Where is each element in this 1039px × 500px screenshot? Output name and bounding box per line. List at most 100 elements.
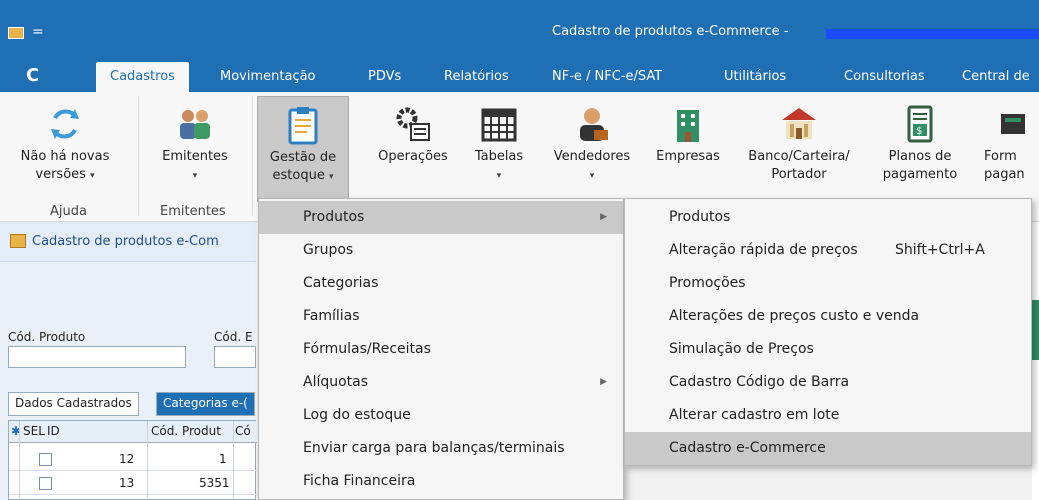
file-tab[interactable]: C [26,62,39,92]
tab-pdvs[interactable]: PDVs [368,62,401,92]
menu-item-label: Cadastro Código de Barra [669,374,850,390]
document-tab-title: Cadastro de produtos e-Com [32,234,219,249]
menu-item-log-estoque[interactable]: Log do estoque [259,399,623,432]
formas-pagamento-button[interactable]: Form pagan [982,96,1039,184]
clipboard-icon [283,105,323,145]
app-icon[interactable] [8,27,24,39]
formas-label-1: Form [984,149,1017,164]
chevron-down-icon: ▾ [192,171,198,181]
updates-label-2: versões [35,167,86,182]
tab-nfe[interactable]: NF-e / NFC-e/SAT [552,62,662,92]
cell-cod: 1 [219,452,227,466]
planos-pagamento-button[interactable]: $ Planos de pagamento [870,96,970,184]
chevron-down-icon: ▾ [328,172,334,182]
select-checkbox[interactable] [39,477,52,490]
table-icon [479,104,519,144]
submenu-item-produtos[interactable]: Produtos [625,201,1031,234]
tab-cadastros[interactable]: Cadastros [96,62,189,92]
table-row[interactable]: 12 1 [9,449,257,471]
submenu-item-alterar-lote[interactable]: Alterar cadastro em lote [625,399,1031,432]
tab-consultorias[interactable]: Consultorias [844,62,925,92]
menu-item-label: Alterações de preços custo e venda [669,308,920,324]
svg-text:$: $ [916,126,922,137]
products-grid: ✱ SEL ID Cód. Produt Có 12 1 13 5351 [8,420,257,500]
chevron-down-icon: ▾ [90,171,95,181]
menu-item-label: Fórmulas/Receitas [303,341,431,357]
cod-produto-label: Cód. Produto [8,330,86,344]
banco-button[interactable]: Banco/Carteira/ Portador [734,96,864,184]
background-graphic [1032,300,1039,360]
menu-item-categorias[interactable]: Categorias [259,267,623,300]
grid-divider [233,421,234,500]
chevron-right-icon: ▶ [600,212,607,222]
submenu-item-codigo-barra[interactable]: Cadastro Código de Barra [625,366,1031,399]
menu-item-label: Alteração rápida de preços [669,242,858,258]
header-co[interactable]: Có [235,424,251,438]
empresas-label: Empresas [656,149,720,164]
tab-relatorios[interactable]: Relatórios [444,62,509,92]
menu-item-shortcut: Shift+Ctrl+A [895,242,985,258]
salesman-icon [572,104,612,144]
menu-item-familias[interactable]: Famílias [259,300,623,333]
gestao-estoque-button[interactable]: Gestão de estoque ▾ [257,96,349,202]
table-row[interactable]: 13 5351 [9,473,257,495]
select-checkbox[interactable] [39,453,52,466]
operacoes-button[interactable]: Operações [370,96,456,166]
produtos-submenu: Produtos Alteração rápida de preços Shif… [624,198,1032,466]
submenu-item-promocoes[interactable]: Promoções [625,267,1031,300]
menu-item-ficha-financeira[interactable]: Ficha Financeira [259,465,623,498]
card-icon [991,104,1031,144]
cod-b-input[interactable] [214,346,256,368]
bank-icon [779,104,819,144]
header-sel[interactable]: SEL [23,424,45,438]
planos-label-2: pagamento [882,167,958,182]
menu-item-label: Ficha Financeira [303,473,416,489]
building-icon [668,104,708,144]
document-tab[interactable]: Cadastro de produtos e-Com [0,222,256,262]
menu-item-grupos[interactable]: Grupos [259,234,623,267]
chevron-down-icon: ▾ [496,171,502,181]
group-ajuda: Ajuda [50,204,87,219]
group-emitentes: Emitentes [160,204,226,219]
header-cod-produto[interactable]: Cód. Produt [151,424,221,438]
menu-item-enviar-carga[interactable]: Enviar carga para balanças/terminais [259,432,623,465]
bill-icon: $ [900,104,940,144]
tab-central[interactable]: Central de [962,62,1030,92]
gears-icon [393,104,433,144]
planos-label-1: Planos de [888,149,952,164]
cod-b-label: Cód. E [214,330,253,344]
tabelas-button[interactable]: Tabelas ▾ [466,96,532,185]
menu-item-formulas[interactable]: Fórmulas/Receitas [259,333,623,366]
menu-item-label: Alíquotas [303,374,369,390]
chevron-right-icon: ▶ [600,377,607,387]
formas-label-2: pagan [984,167,1025,182]
submenu-item-ecommerce[interactable]: Cadastro e-Commerce [625,432,1031,465]
vendedores-button[interactable]: Vendedores ▾ [544,96,640,185]
gestao-label-1: Gestão de [269,150,337,165]
menu-item-label: Produtos [669,209,731,225]
tab-utilitarios[interactable]: Utilitários [724,62,786,92]
redacted-title-part [826,29,1039,39]
chevron-down-icon: ▾ [589,171,595,181]
emitentes-button[interactable]: Emitentes ▾ [150,96,240,185]
quick-access-arrow[interactable]: = [32,24,44,40]
cell-cod: 5351 [199,476,230,490]
menu-item-label: Cadastro e-Commerce [669,440,826,456]
submenu-item-alteracoes-precos[interactable]: Alterações de preços custo e venda [625,300,1031,333]
cod-produto-input[interactable] [8,346,186,368]
background-area [1032,222,1039,500]
separator [252,96,253,216]
empresas-button[interactable]: Empresas [648,96,728,166]
menu-item-label: Alterar cadastro em lote [669,407,840,423]
tab-movimentacao[interactable]: Movimentação [220,62,316,92]
header-id[interactable]: ID [47,424,60,438]
tab-categorias[interactable]: Categorias e-( [156,392,255,416]
menu-item-label: Categorias [303,275,379,291]
submenu-item-simulacao[interactable]: Simulação de Preços [625,333,1031,366]
submenu-item-alteracao-rapida[interactable]: Alteração rápida de preços Shift+Ctrl+A [625,234,1031,267]
menu-item-aliquotas[interactable]: Alíquotas ▶ [259,366,623,399]
menu-item-produtos[interactable]: Produtos ▶ [259,201,623,234]
updates-button[interactable]: Não há novas versões ▾ [10,96,120,185]
tab-dados-cadastrados[interactable]: Dados Cadastrados [8,392,139,416]
refresh-icon [45,104,85,144]
